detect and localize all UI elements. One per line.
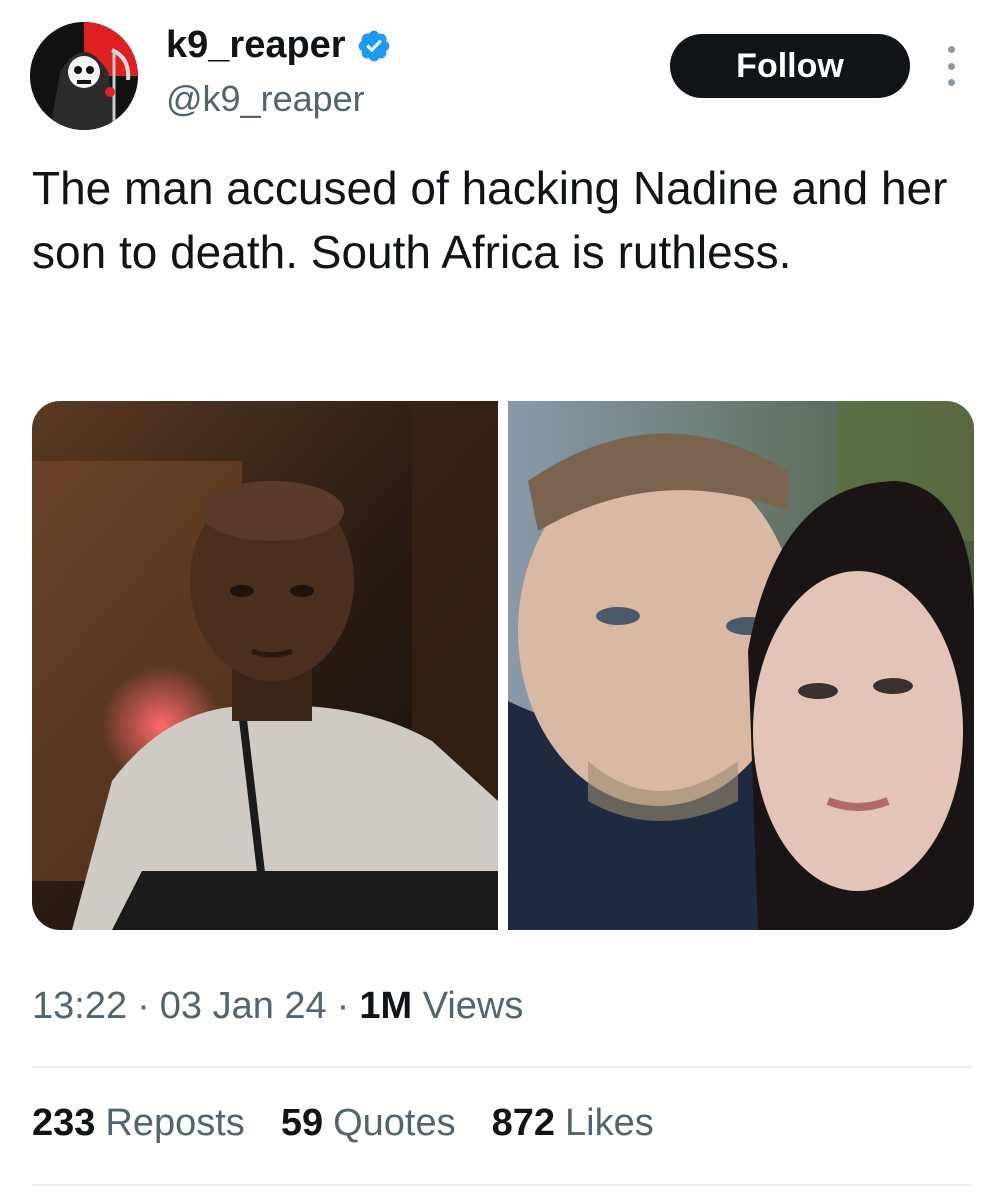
views-label: Views [422,985,524,1027]
photo-accused-man-icon [32,401,498,930]
likes-count: 872 [491,1102,556,1144]
tweet: k9_reaper @k9_reaper Follow The man accu… [0,0,1004,1200]
grim-reaper-icon [30,22,138,130]
divider-top [32,1066,972,1068]
quotes-label: Quotes [333,1102,456,1144]
display-name[interactable]: k9_reaper [166,24,346,67]
media-photo-2[interactable] [508,401,974,930]
author-name-row: k9_reaper [166,24,392,67]
meta-separator: · [137,985,150,1027]
tweet-media [32,401,974,930]
tweet-meta: 13:22 · 03 Jan 24 · 1M Views [32,985,523,1028]
quotes-stat[interactable]: 59 Quotes [281,1102,456,1145]
likes-stat[interactable]: 872 Likes [492,1102,654,1145]
likes-label: Likes [565,1102,654,1144]
author-handle[interactable]: @k9_reaper [166,78,365,120]
avatar[interactable] [30,22,138,130]
reposts-count: 233 [32,1102,96,1144]
tweet-text: The man accused of hacking Nadine and he… [32,162,948,278]
media-photo-1[interactable] [32,401,498,930]
follow-button[interactable]: Follow [670,34,910,98]
meta-separator: · [336,985,350,1027]
more-options-icon[interactable] [936,46,966,86]
tweet-date[interactable]: 03 Jan 24 [160,985,327,1028]
reposts-stat[interactable]: 233 Reposts [32,1102,245,1145]
engagement-stats: 233 Reposts 59 Quotes 872 Likes [32,1102,654,1145]
quotes-count: 59 [280,1102,324,1144]
views-count: 1M [359,985,413,1027]
tweet-time[interactable]: 13:22 [32,985,127,1028]
photo-couple-selfie-icon [508,401,974,930]
reposts-label: Reposts [105,1102,245,1144]
verified-badge-icon [356,28,392,64]
divider-bottom [32,1184,972,1186]
